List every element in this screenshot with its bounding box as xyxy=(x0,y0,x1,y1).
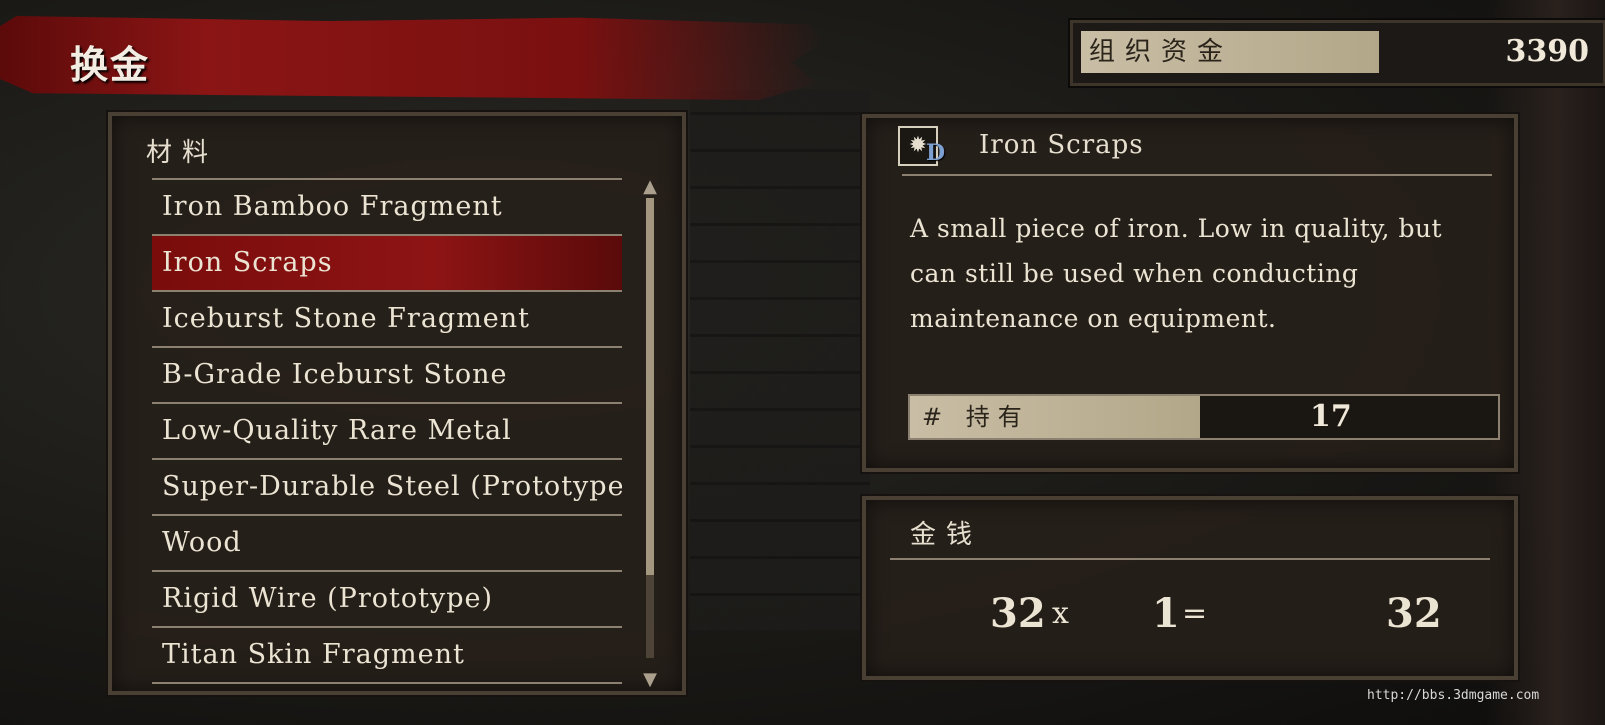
money-panel: 金钱 32 x 1 = 32 xyxy=(862,496,1518,680)
money-header: 金钱 xyxy=(910,520,983,550)
item-grade-badge: D xyxy=(926,140,946,166)
material-item[interactable]: Titan Skin Fragment xyxy=(152,626,622,684)
exchange-quantity[interactable]: 1 xyxy=(1152,590,1180,637)
materials-list: Iron Bamboo Fragment Iron Scraps Iceburst … xyxy=(152,178,622,684)
material-item-label: Rigid Wire (Prototype) xyxy=(162,583,493,614)
page-title: 换金 xyxy=(70,43,151,87)
organization-funds: 组织资金 3390 xyxy=(1070,20,1605,86)
materials-scrollbar[interactable]: ▲ ▼ xyxy=(643,178,657,689)
item-description: A small piece of iron. Low in quality, b… xyxy=(910,214,1443,333)
materials-header: 材料 xyxy=(146,138,219,168)
material-item[interactable]: Iceburst Stone Fragment xyxy=(152,290,622,346)
watermark: http://bbs.3dmgame.com xyxy=(1367,688,1540,703)
scroll-up-icon[interactable]: ▲ xyxy=(639,178,661,196)
owned-value: 17 xyxy=(1310,399,1352,434)
material-item[interactable]: Low-Quality Rare Metal xyxy=(152,402,622,458)
total-money: 32 xyxy=(1386,590,1442,637)
divider xyxy=(902,174,1492,176)
unit-price: 32 xyxy=(990,590,1046,637)
material-item[interactable]: Iron Scraps xyxy=(152,234,622,290)
material-item[interactable]: Iron Bamboo Fragment xyxy=(152,178,622,234)
divider xyxy=(890,558,1490,560)
material-item-label: B-Grade Iceburst Stone xyxy=(162,359,508,390)
material-item[interactable]: Rigid Wire (Prototype) xyxy=(152,570,622,626)
material-item[interactable]: Super-Durable Steel (Prototype) xyxy=(152,458,622,514)
item-detail-panel: ✹ D Iron Scraps A small piece of iron. L… xyxy=(862,114,1518,472)
equals-sign: = xyxy=(1182,596,1208,631)
material-item-label: Iron Scraps xyxy=(162,247,333,278)
multiply-sign: x xyxy=(1052,596,1069,631)
material-item-label: Iceburst Stone Fragment xyxy=(162,303,531,334)
material-item-label: Iron Bamboo Fragment xyxy=(162,191,503,222)
materials-panel: 材料 Iron Bamboo Fragment Iron Scraps Icebur… xyxy=(108,112,686,695)
material-item-label: Low-Quality Rare Metal xyxy=(162,415,512,446)
scroll-down-icon[interactable]: ▼ xyxy=(639,671,661,689)
background-wall xyxy=(690,90,870,630)
material-item[interactable]: Wood xyxy=(152,514,622,570)
material-item-label: Super-Durable Steel (Prototype) xyxy=(162,471,622,502)
item-name: Iron Scraps xyxy=(979,130,1144,160)
material-item[interactable]: B-Grade Iceburst Stone xyxy=(152,346,622,402)
scroll-thumb[interactable] xyxy=(646,198,654,576)
owned-label: # 持有 xyxy=(910,396,1200,438)
funds-label: 组织资金 xyxy=(1081,31,1379,73)
scroll-track[interactable] xyxy=(646,198,654,658)
funds-value: 3390 xyxy=(1505,34,1590,69)
material-item-label: Titan Skin Fragment xyxy=(162,639,465,670)
owned-count-bar: # 持有 17 xyxy=(908,394,1500,440)
material-item-label: Wood xyxy=(162,527,242,558)
